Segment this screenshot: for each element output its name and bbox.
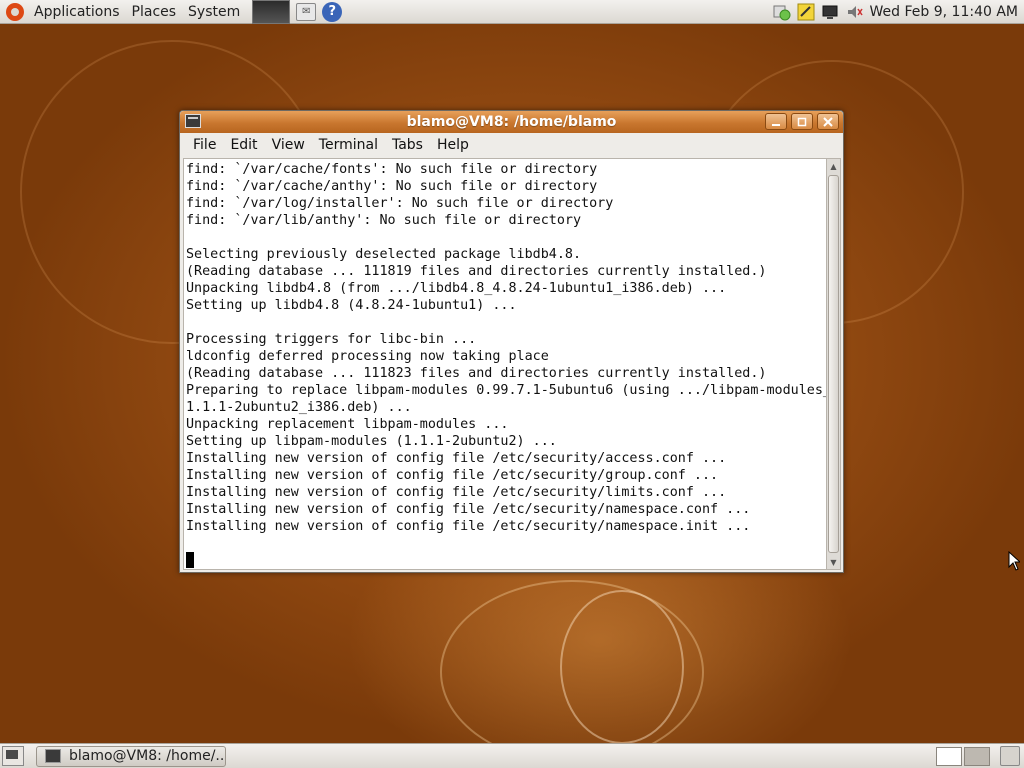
terminal-line: Installing new version of config file /e…	[186, 451, 727, 466]
window-menubar: File Edit View Terminal Tabs Help	[180, 133, 843, 157]
minimize-button[interactable]	[765, 113, 787, 130]
help-launcher-icon[interactable]: ?	[322, 1, 343, 22]
bottom-panel: blamo@VM8: /home/...	[0, 743, 1024, 768]
window-title: blamo@VM8: /home/blamo	[406, 114, 617, 130]
terminal-line: ldconfig deferred processing now taking …	[186, 349, 549, 364]
mail-launcher-icon[interactable]: ✉	[296, 2, 317, 21]
terminal-cursor	[186, 552, 194, 568]
terminal-launcher-icon[interactable]	[252, 0, 291, 24]
terminal-line: Processing triggers for libc-bin ...	[186, 332, 477, 347]
terminal-line: Installing new version of config file /e…	[186, 485, 727, 500]
terminal-line: Unpacking libdb4.8 (from .../libdb4.8_4.…	[186, 281, 727, 296]
terminal-line: find: `/var/cache/anthy': No such file o…	[186, 179, 598, 194]
volume-icon[interactable]	[845, 3, 863, 21]
scroll-up-icon[interactable]: ▲	[827, 159, 840, 173]
terminal-text: find: `/var/cache/fonts': No such file o…	[184, 159, 826, 569]
workspace-switcher	[934, 746, 990, 766]
scroll-down-icon[interactable]: ▼	[827, 555, 840, 569]
workspace-1[interactable]	[936, 746, 962, 766]
terminal-scrollbar[interactable]: ▲ ▼	[826, 158, 841, 570]
close-icon	[823, 116, 833, 127]
terminal-line: 1.1.1-2ubuntu2_i386.deb) ...	[186, 400, 412, 415]
terminal-line: Selecting previously deselected package …	[186, 247, 582, 262]
display-icon[interactable]	[821, 3, 839, 21]
notes-icon[interactable]	[797, 3, 815, 21]
close-button[interactable]	[817, 113, 839, 130]
menu-file[interactable]: File	[186, 137, 223, 153]
menu-view[interactable]: View	[265, 137, 312, 153]
ubuntu-logo-icon[interactable]	[6, 2, 24, 21]
maximize-icon	[797, 117, 807, 126]
terminal-line: find: `/var/cache/fonts': No such file o…	[186, 162, 598, 177]
terminal-task-icon	[45, 749, 61, 763]
terminal-line: (Reading database ... 111819 files and d…	[186, 264, 767, 279]
terminal-line: find: `/var/log/installer': No such file…	[186, 196, 614, 211]
terminal-window-icon[interactable]	[185, 114, 201, 128]
scrollbar-thumb[interactable]	[828, 175, 839, 553]
menu-edit[interactable]: Edit	[223, 137, 264, 153]
wallpaper-swirl	[560, 590, 684, 744]
menu-help[interactable]: Help	[430, 137, 476, 153]
terminal-output[interactable]: find: `/var/cache/fonts': No such file o…	[183, 158, 827, 570]
clock[interactable]: Wed Feb 9, 11:40 AM	[866, 4, 1024, 20]
terminal-line: Installing new version of config file /e…	[186, 468, 719, 483]
terminal-line: Installing new version of config file /e…	[186, 502, 751, 517]
terminal-line: find: `/var/lib/anthy': No such file or …	[186, 213, 582, 228]
window-titlebar[interactable]: blamo@VM8: /home/blamo	[180, 111, 843, 133]
wallpaper-swirl	[440, 580, 704, 764]
workspace-2[interactable]	[964, 746, 990, 766]
menu-terminal[interactable]: Terminal	[312, 137, 385, 153]
terminal-line: Unpacking replacement libpam-modules ...	[186, 417, 509, 432]
system-tray: Wed Feb 9, 11:40 AM	[770, 0, 1024, 24]
applications-menu[interactable]: Applications	[28, 0, 126, 24]
terminal-line: Preparing to replace libpam-modules 0.99…	[186, 383, 827, 398]
terminal-line: Setting up libdb4.8 (4.8.24-1ubuntu1) ..…	[186, 298, 517, 313]
terminal-line	[186, 552, 826, 569]
network-status-icon[interactable]	[773, 3, 791, 21]
taskbar-terminal-button[interactable]: blamo@VM8: /home/...	[36, 745, 226, 767]
terminal-line: (Reading database ... 111823 files and d…	[186, 366, 767, 381]
menu-tabs[interactable]: Tabs	[385, 137, 430, 153]
trash-icon[interactable]	[1000, 746, 1020, 766]
system-menu[interactable]: System	[182, 0, 246, 24]
show-desktop-icon[interactable]	[2, 746, 24, 766]
top-panel: Applications Places System ✉ ? Wed Feb 9…	[0, 0, 1024, 24]
maximize-button[interactable]	[791, 113, 813, 130]
terminal-window: blamo@VM8: /home/blamo File Edit View Te…	[179, 110, 844, 573]
taskbar-label: blamo@VM8: /home/...	[69, 748, 226, 764]
window-controls	[761, 113, 839, 130]
terminal-line: Installing new version of config file /e…	[186, 519, 751, 534]
minimize-icon	[772, 123, 780, 126]
places-menu[interactable]: Places	[126, 0, 183, 24]
mouse-pointer-icon	[1008, 550, 1022, 571]
terminal-line: Setting up libpam-modules (1.1.1-2ubuntu…	[186, 434, 557, 449]
